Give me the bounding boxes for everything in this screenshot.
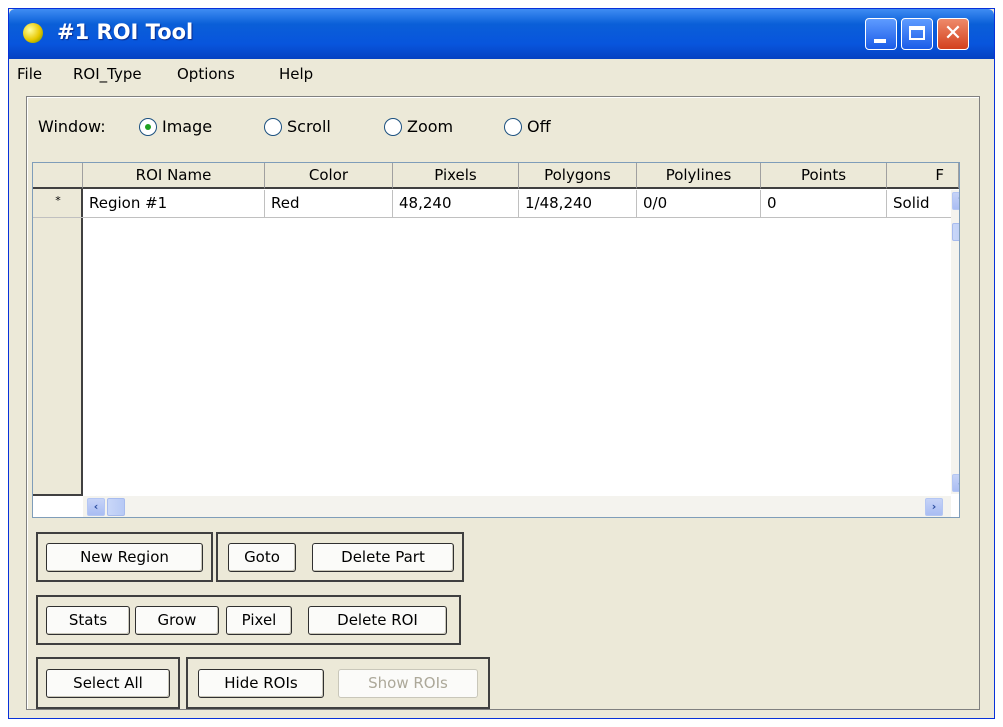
chevron-left-icon: ‹ [93,500,99,513]
stats-button[interactable]: Stats [46,606,130,635]
maximize-icon [909,26,925,40]
scroll-right-button[interactable]: › [925,498,943,516]
maximize-button[interactable] [901,18,933,50]
button-group-goto: Goto Delete Part [216,532,464,582]
horizontal-scrollbar[interactable]: ‹ › [83,496,951,517]
radio-image[interactable] [139,118,157,136]
corner-header [33,163,83,189]
table-cell-polylines[interactable]: 0/0 [637,190,761,218]
radio-image-label[interactable]: Image [162,117,212,136]
hide-rois-button[interactable]: Hide ROIs [198,669,324,698]
table-cell-polygons[interactable]: 1/48,240 [519,190,637,218]
window-selector-label: Window: [38,117,106,136]
menu-options[interactable]: Options [177,65,235,83]
column-header-polygons[interactable]: Polygons [519,163,637,189]
table-cell-points[interactable]: 0 [761,190,887,218]
column-header-fill[interactable]: F [887,163,959,189]
close-button[interactable]: ✕ [937,18,969,50]
radio-zoom-label[interactable]: Zoom [407,117,453,136]
scroll-down-button[interactable]: ⌄ [952,474,959,492]
menu-file[interactable]: File [17,65,42,83]
radio-scroll-label[interactable]: Scroll [287,117,331,136]
close-icon: ✕ [943,21,963,46]
table-cell-fill[interactable]: Solid [887,190,951,218]
radio-scroll[interactable] [264,118,282,136]
menu-help[interactable]: Help [279,65,313,83]
horizontal-scroll-thumb[interactable] [107,498,125,516]
chevron-up-icon: ⌃ [956,194,959,207]
delete-part-button[interactable]: Delete Part [312,543,454,572]
table-cell-roi-name[interactable]: Region #1 [83,190,265,218]
vertical-scroll-thumb[interactable] [952,223,959,241]
roi-table[interactable]: ROI Name Color Pixels Polygons Polylines… [32,162,960,518]
button-group-select: Select All [36,657,180,709]
select-all-button[interactable]: Select All [46,669,170,698]
new-region-button[interactable]: New Region [46,543,203,572]
button-group-new: New Region [36,532,213,582]
menu-roi-type[interactable]: ROI_Type [73,65,142,83]
scroll-left-button[interactable]: ‹ [87,498,105,516]
grow-button[interactable]: Grow [135,606,219,635]
delete-roi-button[interactable]: Delete ROI [308,606,447,635]
minimize-icon [874,39,886,43]
menu-bar: File ROI_Type Options Help [9,59,994,89]
chevron-right-icon: › [931,500,937,513]
table-cell-color[interactable]: Red [265,190,393,218]
roi-tool-icon [23,23,43,43]
column-header-points[interactable]: Points [761,163,887,189]
title-bar[interactable]: #1 ROI Tool ✕ [9,9,994,59]
radio-off-label[interactable]: Off [527,117,551,136]
chevron-down-icon: ⌄ [956,476,959,489]
column-header-color[interactable]: Color [265,163,393,189]
vertical-scrollbar[interactable]: ⌃ ⌄ [951,190,959,494]
goto-button[interactable]: Goto [228,543,296,572]
button-group-visibility: Hide ROIs Show ROIs [186,657,490,709]
radio-zoom[interactable] [384,118,402,136]
pixel-button[interactable]: Pixel [226,606,292,635]
window-title: #1 ROI Tool [57,20,194,44]
radio-off[interactable] [504,118,522,136]
show-rois-button: Show ROIs [338,669,478,698]
button-group-edit: Stats Grow Pixel Delete ROI [36,595,461,645]
column-header-roi-name[interactable]: ROI Name [83,163,265,189]
minimize-button[interactable] [865,18,897,50]
column-header-polylines[interactable]: Polylines [637,163,761,189]
row-marker: * [33,190,83,218]
column-header-pixels[interactable]: Pixels [393,163,519,189]
table-cell-pixels[interactable]: 48,240 [393,190,519,218]
scroll-up-button[interactable]: ⌃ [952,192,959,210]
